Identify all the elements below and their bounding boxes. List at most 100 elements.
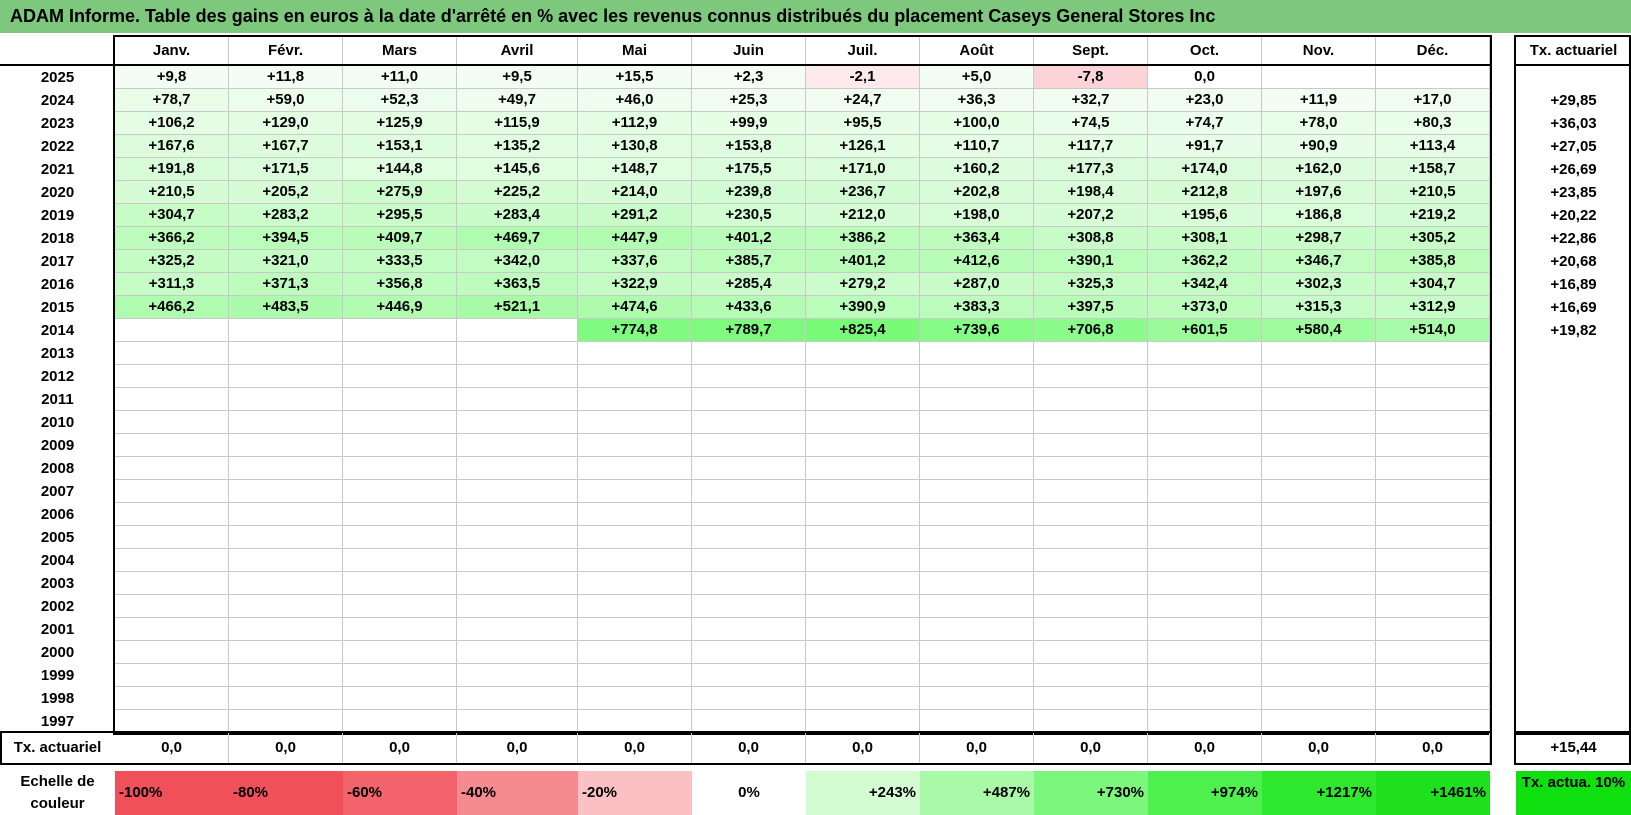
table-cell [1262, 66, 1376, 89]
table-cell [578, 365, 692, 388]
table-cell [1376, 595, 1490, 618]
month-header: Mai [578, 37, 692, 65]
table-cell: +311,3 [115, 273, 229, 296]
scale-step: -60% [343, 771, 457, 815]
table-cell: +363,5 [457, 273, 578, 296]
actuarial-rate: +20,22 [1550, 207, 1597, 224]
table-cell [806, 411, 920, 434]
table-cell [578, 342, 692, 365]
table-cell [578, 687, 692, 710]
table-cell [1262, 687, 1376, 710]
table-cell [343, 365, 457, 388]
actuarial-rate: +16,69 [1550, 299, 1597, 316]
table-cell [229, 710, 343, 733]
table-cell: +362,2 [1148, 250, 1262, 273]
table-cell [229, 388, 343, 411]
table-cell [343, 434, 457, 457]
table-cell: +78,7 [115, 89, 229, 112]
table-cell: +23,0 [1148, 89, 1262, 112]
table-cell [457, 641, 578, 664]
table-cell: +36,3 [920, 89, 1034, 112]
table-cell [692, 365, 806, 388]
table-cell [1034, 342, 1148, 365]
table-cell [343, 342, 457, 365]
table-cell: +115,9 [457, 112, 578, 135]
table-cell: +9,5 [457, 66, 578, 89]
table-cell: +298,7 [1262, 227, 1376, 250]
table-cell [229, 480, 343, 503]
table-cell [115, 572, 229, 595]
table-cell [692, 388, 806, 411]
table-cell [1376, 434, 1490, 457]
table-cell [115, 595, 229, 618]
table-cell [1034, 457, 1148, 480]
table-cell [920, 503, 1034, 526]
table-cell [229, 595, 343, 618]
table-cell [920, 365, 1034, 388]
table-cell [692, 411, 806, 434]
table-cell: +210,5 [115, 181, 229, 204]
table-cell [1148, 503, 1262, 526]
table-cell: +202,8 [920, 181, 1034, 204]
table-cell [457, 526, 578, 549]
table-cell: +153,8 [692, 135, 806, 158]
table-cell: +342,0 [457, 250, 578, 273]
table-cell: +145,6 [457, 158, 578, 181]
table-cell: +90,9 [1262, 135, 1376, 158]
table-cell [1148, 549, 1262, 572]
table-cell [1376, 480, 1490, 503]
table-cell [578, 641, 692, 664]
table-cell [115, 319, 229, 342]
table-cell [229, 549, 343, 572]
footer-value: 0,0 [115, 733, 229, 763]
table-cell: +446,9 [343, 296, 457, 319]
month-header: Juil. [806, 37, 920, 65]
month-header: Déc. [1376, 37, 1490, 65]
year-label: 2025 [40, 69, 75, 86]
year-label: 2022 [40, 138, 75, 155]
table-cell [1262, 365, 1376, 388]
table-cell: +371,3 [229, 273, 343, 296]
table-cell: +100,0 [920, 112, 1034, 135]
table-cell [1034, 572, 1148, 595]
table-cell: +125,9 [343, 112, 457, 135]
table-cell [920, 687, 1034, 710]
actuarial-rate: +27,05 [1550, 138, 1597, 155]
table-cell [229, 572, 343, 595]
table-cell: +212,8 [1148, 181, 1262, 204]
footer-value: 0,0 [806, 733, 920, 763]
table-cell: +113,4 [1376, 135, 1490, 158]
table-cell: +236,7 [806, 181, 920, 204]
table-cell [457, 457, 578, 480]
table-cell [806, 365, 920, 388]
table-cell [1262, 434, 1376, 457]
footer-value: 0,0 [229, 733, 343, 763]
table-cell: +126,1 [806, 135, 920, 158]
table-cell: +11,8 [229, 66, 343, 89]
table-cell [229, 503, 343, 526]
table-cell [115, 526, 229, 549]
table-cell [1376, 457, 1490, 480]
month-header: Oct. [1148, 37, 1262, 65]
table-cell: +95,5 [806, 112, 920, 135]
table-cell: +308,1 [1148, 227, 1262, 250]
table-cell [1262, 595, 1376, 618]
table-cell: +291,2 [578, 204, 692, 227]
year-label: 2020 [40, 184, 75, 201]
month-header: Août [920, 37, 1034, 65]
table-cell: +74,7 [1148, 112, 1262, 135]
table-cell [692, 618, 806, 641]
table-cell: +394,5 [229, 227, 343, 250]
table-cell: +390,1 [1034, 250, 1148, 273]
table-cell [229, 411, 343, 434]
table-cell: +52,3 [343, 89, 457, 112]
table-cell [229, 365, 343, 388]
table-cell [692, 595, 806, 618]
table-cell [343, 457, 457, 480]
table-cell [1034, 365, 1148, 388]
table-cell [920, 480, 1034, 503]
table-cell [692, 710, 806, 733]
scale-step: -20% [578, 771, 692, 815]
year-label: 2003 [40, 575, 75, 592]
table-cell [1376, 549, 1490, 572]
